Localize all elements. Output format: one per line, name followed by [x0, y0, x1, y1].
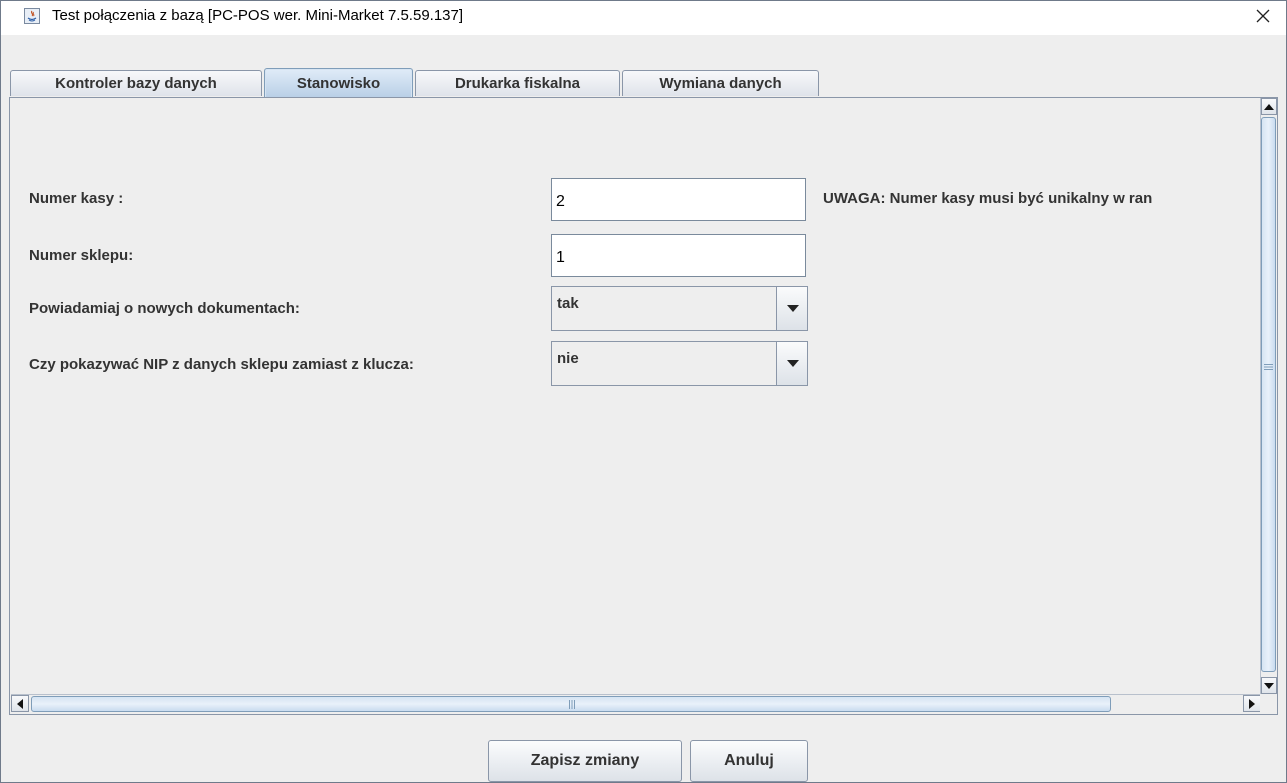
- vertical-scroll-thumb[interactable]: [1261, 117, 1276, 672]
- store-number-label: Numer sklepu:: [29, 247, 134, 264]
- register-number-label: Numer kasy :: [29, 190, 124, 207]
- notify-documents-value: tak: [557, 295, 579, 312]
- chevron-down-icon: [787, 360, 799, 367]
- show-nip-value: nie: [557, 350, 579, 367]
- scroll-right-button[interactable]: [1243, 695, 1261, 712]
- arrow-up-icon: [1264, 103, 1274, 110]
- cancel-button[interactable]: Anuluj: [690, 740, 808, 782]
- grip-icon: [1264, 364, 1273, 370]
- scroll-up-button[interactable]: [1261, 98, 1277, 115]
- window-title: Test połączenia z bazą [PC-POS wer. Mini…: [52, 7, 464, 24]
- tab-fiscal-printer[interactable]: Drukarka fiskalna: [415, 70, 620, 96]
- arrow-right-icon: [1249, 698, 1255, 709]
- scroll-content: Numer kasy : 2 UWAGA: Numer kasy musi by…: [11, 98, 1261, 694]
- close-icon: [1255, 8, 1271, 29]
- notify-documents-label: Powiadamiaj o nowych dokumentach:: [29, 300, 300, 317]
- scroll-down-button[interactable]: [1261, 677, 1277, 694]
- notify-documents-dropdown-button[interactable]: [776, 287, 807, 330]
- notify-documents-select[interactable]: tak: [551, 286, 808, 331]
- tab-data-exchange[interactable]: Wymiana danych: [622, 70, 819, 96]
- close-button[interactable]: [1240, 1, 1286, 35]
- arrow-left-icon: [17, 698, 23, 709]
- save-changes-button[interactable]: Zapisz zmiany: [488, 740, 682, 782]
- arrow-down-icon: [1264, 682, 1274, 689]
- register-number-input[interactable]: 2: [551, 178, 806, 221]
- tab-database-controller[interactable]: Kontroler bazy danych: [10, 70, 262, 96]
- store-number-input[interactable]: 1: [551, 234, 806, 277]
- show-nip-select[interactable]: nie: [551, 341, 808, 386]
- scroll-corner: [1260, 694, 1277, 713]
- tab-workstation[interactable]: Stanowisko: [264, 68, 413, 98]
- uniqueness-warning: UWAGA: Numer kasy musi być unikalny w ra…: [823, 190, 1153, 207]
- tab-strip: Kontroler bazy danych Stanowisko Drukark…: [1, 35, 1286, 98]
- vertical-scrollbar[interactable]: [1260, 98, 1277, 694]
- chevron-down-icon: [787, 305, 799, 312]
- java-icon: [24, 8, 40, 24]
- horizontal-scroll-thumb[interactable]: [31, 696, 1111, 712]
- show-nip-label: Czy pokazywać NIP z danych sklepu zamias…: [29, 356, 414, 373]
- dialog-window: Test połączenia z bazą [PC-POS wer. Mini…: [0, 0, 1287, 783]
- grip-icon: [569, 700, 575, 709]
- scroll-left-button[interactable]: [11, 695, 29, 712]
- show-nip-dropdown-button[interactable]: [776, 342, 807, 385]
- horizontal-scrollbar[interactable]: [11, 694, 1261, 713]
- title-bar: Test połączenia z bazą [PC-POS wer. Mini…: [1, 1, 1286, 35]
- tab-panel: Numer kasy : 2 UWAGA: Numer kasy musi by…: [9, 98, 1278, 715]
